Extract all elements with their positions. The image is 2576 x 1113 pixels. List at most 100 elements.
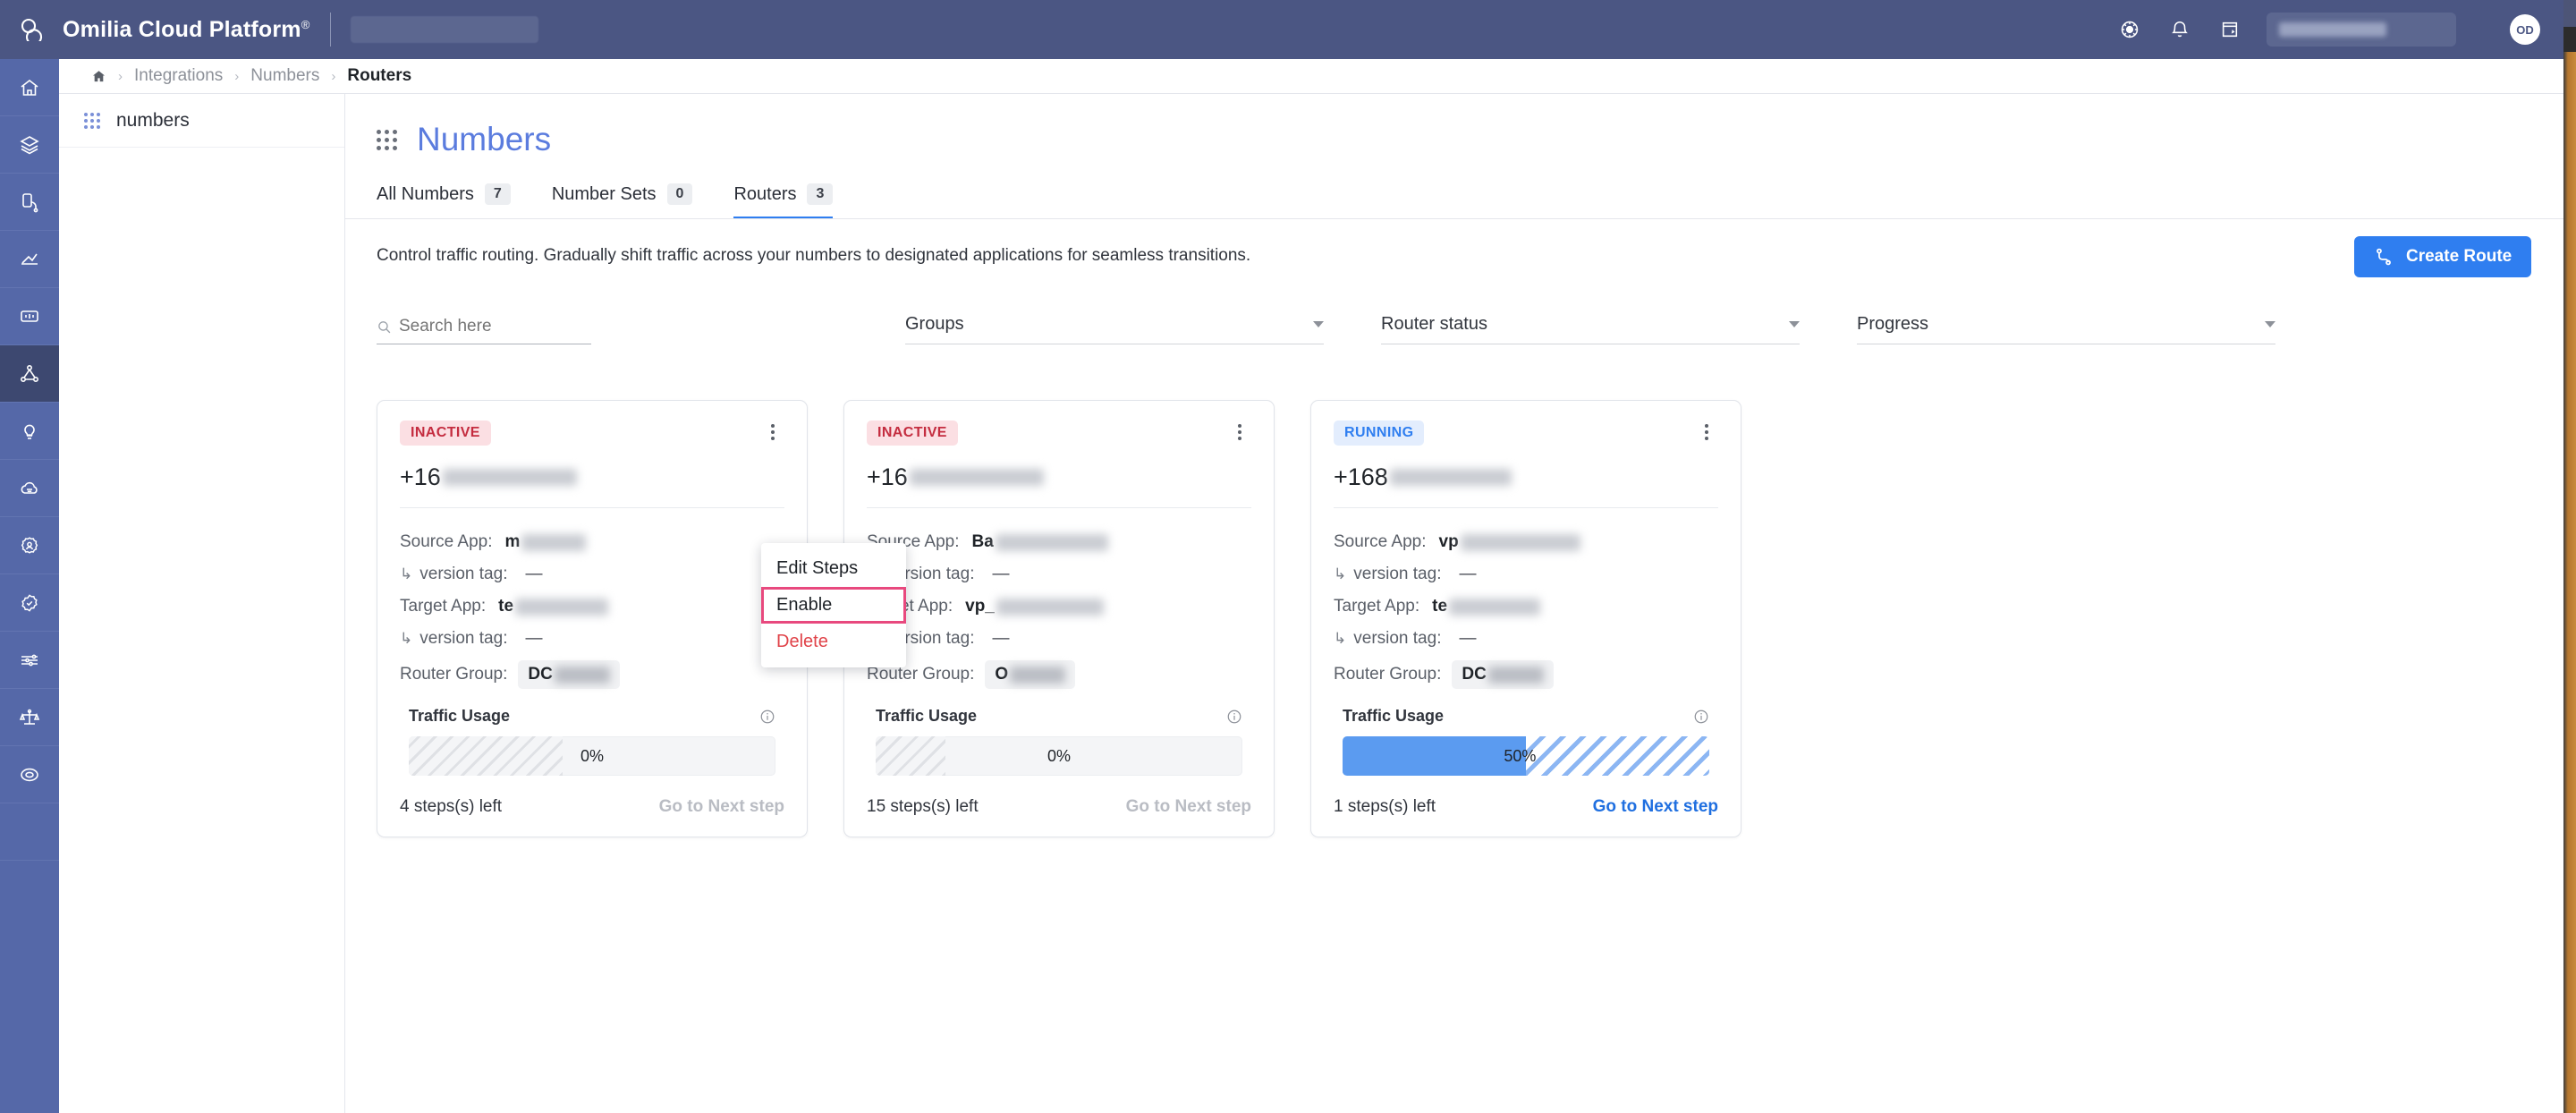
field-target-app: Target App: vp_: [867, 590, 1251, 623]
menu-item-enable[interactable]: Enable: [761, 587, 906, 624]
sidebar-item-insights[interactable]: [0, 403, 59, 460]
field-label: Router Group:: [867, 665, 974, 684]
info-icon[interactable]: [1693, 709, 1709, 725]
sidebar-item-numbers[interactable]: numbers: [59, 94, 344, 148]
sub-arrow-icon: ↳: [1334, 565, 1346, 583]
breadcrumb-item-integrations[interactable]: Integrations: [134, 66, 223, 86]
go-to-next-step-link[interactable]: Go to Next step: [1593, 797, 1718, 817]
traffic-usage-section: Traffic Usage 0%: [400, 694, 784, 776]
primary-sidebar: [0, 59, 59, 1113]
filter-bar: Groups Router status Progress: [345, 266, 2563, 344]
sidebar-item-calls[interactable]: [0, 174, 59, 231]
field-value: DC: [1452, 660, 1553, 689]
menu-item-edit-steps[interactable]: Edit Steps: [761, 550, 906, 587]
card-menu-button[interactable]: [1695, 421, 1718, 444]
filter-progress[interactable]: Progress: [1857, 314, 2275, 344]
sidebar-item-settings-user[interactable]: [0, 517, 59, 574]
router-card[interactable]: RUNNING +168 Source App: vp: [1310, 400, 1741, 837]
brand-area[interactable]: Omilia Cloud Platform®: [0, 17, 310, 43]
steps-left-label: 1 steps(s) left: [1334, 797, 1436, 817]
card-menu-button[interactable]: [761, 421, 784, 444]
tab-routers[interactable]: Routers 3: [733, 183, 833, 219]
avatar[interactable]: OD: [2510, 14, 2540, 45]
breadcrumb: › Integrations › Numbers › Routers: [59, 59, 2563, 94]
field-label: Source App:: [1334, 532, 1427, 552]
field-value: O: [985, 660, 1075, 689]
field-value-text: —: [1459, 629, 1476, 649]
header-actions: OD: [2116, 13, 2563, 47]
field-value-text: —: [1459, 565, 1476, 584]
secondary-sidebar: numbers: [59, 59, 345, 1113]
dot-grid-icon: [377, 130, 397, 150]
filter-label: Progress: [1857, 314, 1928, 335]
search-field[interactable]: [377, 317, 591, 344]
field-value: Ba: [972, 532, 1108, 552]
sub-arrow-icon: ↳: [1334, 630, 1346, 648]
header-search-box[interactable]: [2267, 13, 2456, 47]
sidebar-item-support[interactable]: [0, 746, 59, 803]
card-header: RUNNING: [1334, 421, 1718, 446]
info-icon[interactable]: [1226, 709, 1242, 725]
info-icon[interactable]: [759, 709, 775, 725]
field-value: vp_: [965, 597, 1104, 616]
field-value-text: O: [995, 665, 1008, 684]
sidebar-item-tune[interactable]: [0, 632, 59, 689]
search-input[interactable]: [399, 317, 569, 336]
sub-arrow-icon: ↳: [400, 630, 412, 648]
progress-percent-label: 0%: [876, 736, 1242, 776]
traffic-progress-bar: 0%: [409, 736, 775, 776]
router-card[interactable]: INACTIVE +16 Source App: m: [377, 400, 808, 837]
field-label: version tag:: [1353, 565, 1441, 584]
sidebar-item-analytics[interactable]: [0, 231, 59, 288]
field-value-text: Ba: [972, 532, 994, 552]
field-label: Router Group:: [1334, 665, 1441, 684]
card-footer: 1 steps(s) left Go to Next step: [1334, 776, 1718, 837]
router-card[interactable]: INACTIVE +16 Source App: Ba: [843, 400, 1275, 837]
sidebar-item-conversations[interactable]: [0, 288, 59, 345]
chevron-down-icon: [2265, 321, 2275, 327]
field-label: Router Group:: [400, 665, 507, 684]
omilia-logo-icon: [20, 18, 50, 41]
traffic-usage-section: Traffic Usage 50%: [1334, 694, 1718, 776]
header-search-value: [2279, 22, 2386, 37]
phone-redacted: [1390, 469, 1512, 486]
note-edit-icon[interactable]: [2216, 16, 2243, 43]
router-phone-number: +16: [400, 462, 784, 492]
field-value-text: te: [498, 597, 513, 616]
field-source-version-tag: ↳ version tag: —: [1334, 558, 1718, 590]
home-icon[interactable]: [91, 69, 106, 84]
sidebar-item-cloud[interactable]: [0, 460, 59, 517]
sidebar-item-integrations[interactable]: [0, 345, 59, 403]
sidebar-item-verified[interactable]: [0, 574, 59, 632]
filter-label: Groups: [905, 314, 964, 335]
field-target-app: Target App: te: [1334, 590, 1718, 623]
card-fields: Source App: Ba ↳ version tag: — Target A…: [867, 508, 1251, 694]
sidebar-item-balance[interactable]: [0, 689, 59, 746]
field-label: version tag:: [419, 565, 507, 584]
router-phone-number: +16: [867, 462, 1251, 492]
filter-router-status[interactable]: Router status: [1381, 314, 1800, 344]
traffic-usage-label: Traffic Usage: [409, 707, 510, 726]
value-redacted: [555, 667, 610, 684]
menu-item-delete[interactable]: Delete: [761, 624, 906, 660]
header-tenant-field[interactable]: [351, 16, 538, 43]
field-value-text: —: [525, 629, 542, 649]
field-target-version-tag: ↳ version tag: —: [867, 623, 1251, 655]
tab-number-sets[interactable]: Number Sets 0: [552, 183, 693, 219]
value-redacted: [1449, 599, 1540, 616]
breadcrumb-item-numbers[interactable]: Numbers: [250, 66, 319, 86]
tab-all-numbers[interactable]: All Numbers 7: [377, 183, 511, 219]
value-redacted: [1488, 667, 1544, 684]
field-label: version tag:: [1353, 629, 1441, 649]
field-label: Source App:: [400, 532, 493, 552]
field-source-app: Source App: m: [400, 526, 784, 558]
bell-icon[interactable]: [2166, 16, 2193, 43]
filter-groups[interactable]: Groups: [905, 314, 1324, 344]
create-route-button[interactable]: Create Route: [2354, 236, 2531, 277]
progress-percent-label: 50%: [1343, 736, 1709, 776]
field-value-text: vp: [1439, 532, 1459, 552]
sidebar-item-home[interactable]: [0, 59, 59, 116]
brightness-icon[interactable]: [2116, 16, 2143, 43]
sidebar-item-layers[interactable]: [0, 116, 59, 174]
card-menu-button[interactable]: [1228, 421, 1251, 444]
